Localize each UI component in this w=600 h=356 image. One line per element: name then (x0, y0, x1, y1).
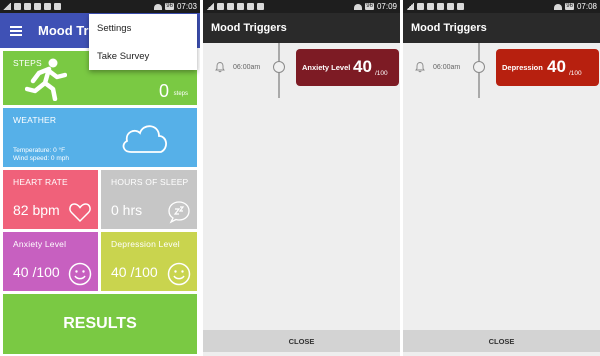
depression-label: Depression Level (111, 239, 180, 249)
trigger-name: Depression (502, 63, 543, 72)
heart-rate-label: HEART RATE (13, 177, 68, 187)
weather-wind: Wind speed: 0 mph (13, 155, 70, 162)
results-button[interactable]: RESULTS (3, 294, 197, 354)
battery-icon: 96 (165, 3, 174, 10)
status-bar: 96 07:09 (203, 0, 400, 13)
weather-tile[interactable]: WEATHER Temperature: 0 °F Wind speed: 0 … (3, 108, 197, 167)
bell-icon (415, 62, 425, 73)
trigger-name: Anxiety Level (302, 63, 351, 72)
mail-icon (457, 3, 464, 10)
trigger-time: 06:00am (233, 64, 261, 71)
battery-icon: 96 (565, 3, 574, 10)
signal-icon (406, 3, 414, 10)
overflow-menu: Settings Take Survey (89, 14, 197, 70)
battery-icon: 96 (365, 3, 374, 10)
notification-icons (206, 3, 354, 10)
sleep-label: HOURS OF SLEEP (111, 177, 189, 187)
image-icon (227, 3, 234, 10)
status-time: 07:03 (176, 2, 197, 11)
timeline-dot (473, 61, 485, 73)
trigger-denominator: /100 (375, 70, 388, 77)
smiley-icon (167, 262, 191, 286)
menu-icon[interactable] (10, 25, 22, 36)
weather-temperature: Temperature: 0 °F (13, 147, 66, 154)
trigger-denominator: /100 (569, 70, 582, 77)
wifi-icon (154, 3, 163, 10)
wifi-icon (554, 3, 563, 10)
trigger-level: 40 (547, 57, 566, 76)
wifi-icon (354, 3, 363, 10)
trigger-card[interactable]: Depression 40 /100 (496, 49, 599, 86)
shield-icon (417, 3, 424, 10)
menu-item-take-survey[interactable]: Take Survey (89, 42, 197, 70)
bell-icon (215, 62, 225, 73)
signal-icon (3, 3, 11, 10)
message-icon (447, 3, 454, 10)
notification-icon (437, 3, 444, 10)
mail-icon (54, 3, 61, 10)
image-icon (427, 3, 434, 10)
trigger-screen-depression: 96 07:08 Mood Triggers 06:00am Depressio… (403, 0, 600, 356)
depression-value: 40 /100 (111, 264, 158, 280)
runner-icon (25, 58, 67, 101)
notification-icons (406, 3, 554, 10)
heart-rate-value: 82 bpm (13, 202, 60, 218)
message-icon (247, 3, 254, 10)
depression-tile[interactable]: Depression Level 40 /100 (101, 232, 197, 291)
notification-icon (34, 3, 41, 10)
steps-unit: steps (173, 91, 188, 97)
trigger-card[interactable]: Anxiety Level 40 /100 (296, 49, 399, 86)
notification-icon (237, 3, 244, 10)
sleep-icon (168, 201, 190, 224)
weather-label: WEATHER (13, 115, 57, 125)
close-button[interactable]: CLOSE (203, 330, 400, 352)
trigger-screen-anxiety: 96 07:09 Mood Triggers 06:00am Anxiety L… (203, 0, 400, 356)
anxiety-tile[interactable]: Anxiety Level 40 /100 (3, 232, 98, 291)
dialog-title: Mood Triggers (203, 13, 400, 43)
mail-icon (257, 3, 264, 10)
anxiety-value: 40 /100 (13, 264, 60, 280)
sleep-value: 0 hrs (111, 202, 143, 218)
notification-icons (3, 3, 154, 10)
close-button[interactable]: CLOSE (403, 330, 600, 352)
smiley-icon (68, 262, 92, 286)
status-time: 07:09 (376, 2, 397, 11)
shield-icon (217, 3, 224, 10)
heart-rate-tile[interactable]: HEART RATE 82 bpm (3, 170, 98, 229)
status-bar: 96 07:03 (0, 0, 200, 13)
status-time: 07:08 (576, 2, 597, 11)
menu-item-settings[interactable]: Settings (89, 14, 197, 42)
dialog-title: Mood Triggers (403, 13, 600, 43)
trigger-level: 40 (353, 57, 372, 76)
cloud-icon (122, 125, 167, 153)
shield-icon (14, 3, 21, 10)
sleep-tile[interactable]: HOURS OF SLEEP 0 hrs (101, 170, 197, 229)
heart-icon (69, 203, 91, 223)
status-bar: 96 07:08 (403, 0, 600, 13)
message-icon (44, 3, 51, 10)
image-icon (24, 3, 31, 10)
timeline-dot (273, 61, 285, 73)
steps-value: 0 (158, 81, 169, 101)
dashboard-screen: 96 07:03 Mood Trig Settings Take Survey … (0, 0, 200, 356)
trigger-time: 06:00am (433, 64, 461, 71)
anxiety-label: Anxiety Level (13, 239, 67, 249)
signal-icon (206, 3, 214, 10)
